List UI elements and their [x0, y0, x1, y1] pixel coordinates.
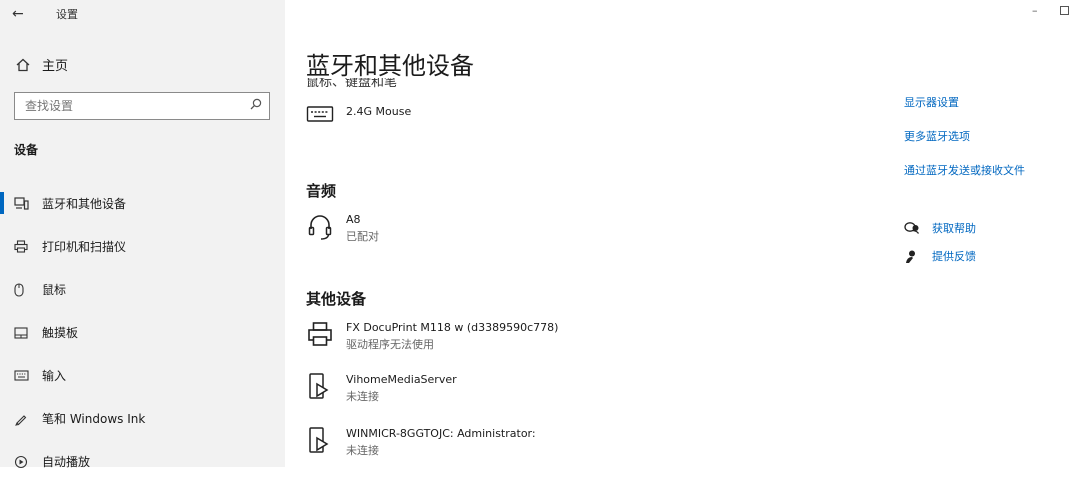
- device-row-a8[interactable]: A8 已配对: [306, 212, 379, 246]
- give-feedback-label: 提供反馈: [932, 250, 976, 263]
- sidebar-item-typing[interactable]: 输入: [0, 354, 285, 397]
- device-name: WINMICR-8GGTOJC: Administrator:: [346, 427, 536, 440]
- sidebar-item-autoplay[interactable]: 自动播放: [0, 440, 285, 483]
- device-name: A8: [346, 213, 361, 226]
- device-status: 未连接: [346, 390, 379, 403]
- sidebar-item-touchpad[interactable]: 触摸板: [0, 311, 285, 354]
- sidebar: ← 设置 主页 设备 蓝牙和其他设备 打印机和扫描仪: [0, 0, 285, 469]
- device-status: 未连接: [346, 444, 379, 457]
- search-box[interactable]: [14, 92, 270, 120]
- help-chat-icon: [904, 221, 922, 235]
- touchpad-icon: [14, 326, 30, 339]
- printer-icon: [306, 320, 336, 348]
- feedback-icon: [904, 249, 922, 264]
- sidebar-item-label: 笔和 Windows Ink: [42, 412, 146, 426]
- minimize-button[interactable]: –: [1032, 4, 1038, 17]
- app-title: 设置: [56, 8, 78, 21]
- home-label: 主页: [42, 59, 69, 74]
- keyboard-icon: [14, 370, 30, 381]
- headset-icon: [306, 212, 336, 242]
- keyboard-icon: [306, 104, 336, 124]
- home-icon: [16, 58, 30, 72]
- device-status: 已配对: [346, 230, 379, 243]
- device-name: 2.4G Mouse: [346, 105, 412, 118]
- sidebar-item-pen[interactable]: 笔和 Windows Ink: [0, 397, 285, 440]
- search-input[interactable]: [23, 98, 247, 114]
- sidebar-item-label: 自动播放: [42, 455, 91, 469]
- sidebar-item-label: 打印机和扫描仪: [42, 240, 127, 254]
- devices-icon: [14, 197, 30, 210]
- sidebar-item-printers[interactable]: 打印机和扫描仪: [0, 225, 285, 268]
- display-settings-link[interactable]: 显示器设置: [904, 94, 959, 110]
- get-help-link[interactable]: 获取帮助: [904, 220, 976, 236]
- pen-icon: [14, 412, 30, 426]
- give-feedback-link[interactable]: 提供反馈: [904, 248, 976, 264]
- media-device-icon: [306, 426, 336, 456]
- more-bluetooth-options-link[interactable]: 更多蓝牙选项: [904, 128, 970, 144]
- sidebar-item-label: 输入: [42, 369, 67, 383]
- device-name: VihomeMediaServer: [346, 373, 457, 386]
- sidebar-item-label: 触摸板: [42, 326, 79, 340]
- back-arrow-icon[interactable]: ←: [12, 6, 24, 22]
- device-row-media-server[interactable]: VihomeMediaServer 未连接: [306, 372, 457, 406]
- search-icon[interactable]: [250, 98, 262, 110]
- maximize-button[interactable]: [1060, 6, 1069, 15]
- autoplay-icon: [14, 455, 30, 469]
- device-row-mouse[interactable]: 2.4G Mouse: [306, 104, 411, 124]
- sidebar-item-mouse[interactable]: 鼠标: [0, 268, 285, 311]
- sidebar-item-label: 鼠标: [42, 283, 67, 297]
- mouse-icon: [14, 282, 30, 297]
- device-name: FX DocuPrint M118 w (d3389590c778): [346, 321, 559, 334]
- section-heading-audio: 音频: [306, 182, 337, 200]
- bluetooth-file-transfer-link[interactable]: 通过蓝牙发送或接收文件: [904, 162, 1025, 178]
- section-label: 设备: [14, 143, 39, 157]
- device-row-winmicr[interactable]: WINMICR-8GGTOJC: Administrator: 未连接: [306, 426, 536, 460]
- section-heading-other-devices: 其他设备: [306, 290, 367, 308]
- device-status: 驱动程序无法使用: [346, 338, 434, 351]
- get-help-label: 获取帮助: [932, 222, 976, 235]
- printer-icon: [14, 240, 30, 253]
- device-row-printer[interactable]: FX DocuPrint M118 w (d3389590c778) 驱动程序无…: [306, 320, 558, 354]
- sidebar-home[interactable]: 主页: [16, 55, 68, 74]
- section-heading-mouse-keyboard: 鼠标、键盘和笔: [306, 78, 398, 88]
- page-title: 蓝牙和其他设备: [306, 52, 474, 80]
- sidebar-item-label: 蓝牙和其他设备: [42, 197, 127, 211]
- media-device-icon: [306, 372, 336, 402]
- sidebar-item-bluetooth[interactable]: 蓝牙和其他设备: [0, 182, 285, 225]
- sidebar-nav: 蓝牙和其他设备 打印机和扫描仪 鼠标 触摸板 输入 笔和 Windows Ink…: [0, 182, 285, 483]
